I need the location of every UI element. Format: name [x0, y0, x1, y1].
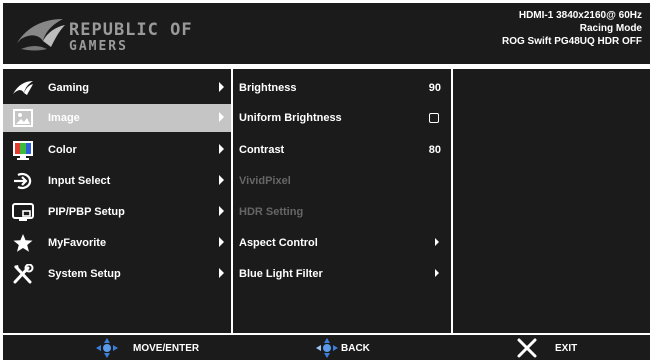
image-submenu-panel: Brightness 90 Uniform Brightness Contras…	[233, 69, 451, 333]
submenu-item-vividpixel: VividPixel	[233, 167, 451, 195]
chevron-right-icon	[435, 238, 439, 246]
submenu-item-label: Aspect Control	[239, 237, 318, 249]
menu-item-pip-pbp-setup[interactable]: PIP/PBP Setup	[3, 198, 231, 226]
back-label: BACK	[341, 343, 370, 354]
submenu-item-brightness[interactable]: Brightness 90	[233, 74, 451, 102]
chevron-right-icon	[219, 237, 224, 247]
back-hint: BACK	[315, 335, 405, 360]
submenu-item-label: Brightness	[239, 82, 297, 94]
menu-item-label: MyFavorite	[48, 237, 107, 249]
chevron-right-icon	[435, 269, 439, 277]
menu-item-input-select[interactable]: Input Select	[3, 167, 231, 195]
menu-item-image[interactable]: Image	[3, 104, 231, 132]
color-icon	[13, 141, 33, 160]
main-menu-panel: Gaming Image Color Input Select PIP/PBP …	[3, 69, 231, 333]
chevron-right-icon	[219, 175, 224, 185]
menu-item-color[interactable]: Color	[3, 136, 231, 164]
submenu-item-blue-light-filter[interactable]: Blue Light Filter	[233, 260, 451, 288]
osd-header: REPUBLIC OF GAMERS HDMI-1 3840x2160@ 60H…	[3, 3, 650, 64]
rog-logo: REPUBLIC OF GAMERS	[13, 13, 223, 57]
status-model-hdr: ROG Swift PG48UQ HDR OFF	[501, 36, 642, 47]
star-icon	[13, 234, 33, 252]
submenu-item-aspect-control[interactable]: Aspect Control	[233, 229, 451, 257]
submenu-item-uniform-brightness[interactable]: Uniform Brightness	[233, 104, 451, 132]
detail-panel	[453, 69, 650, 333]
menu-item-label: Color	[48, 144, 77, 156]
dpad-back-icon	[316, 338, 338, 358]
contrast-value: 80	[428, 144, 441, 156]
menu-item-label: System Setup	[48, 268, 121, 280]
chevron-right-icon	[219, 206, 224, 216]
submenu-item-contrast[interactable]: Contrast 80	[233, 136, 451, 164]
submenu-item-label: Contrast	[239, 144, 285, 156]
exit-hint: EXIT	[517, 335, 597, 360]
menu-item-label: Input Select	[48, 175, 111, 187]
status-info: HDMI-1 3840x2160@ 60Hz Racing Mode ROG S…	[502, 9, 642, 48]
submenu-item-hdr-setting: HDR Setting	[233, 198, 451, 226]
osd-footer: MOVE/ENTER BACK EXIT	[3, 335, 650, 360]
menu-item-gaming[interactable]: Gaming	[3, 74, 231, 102]
brightness-value: 90	[428, 82, 441, 94]
logo-text-line2: GAMERS	[69, 39, 128, 54]
uniform-brightness-checkbox[interactable]	[429, 113, 439, 123]
status-mode: Racing Mode	[579, 23, 642, 34]
move-enter-label: MOVE/ENTER	[133, 343, 200, 354]
chevron-right-icon	[219, 112, 224, 122]
exit-label: EXIT	[555, 343, 578, 354]
submenu-item-label: Uniform Brightness	[239, 112, 342, 124]
input-select-icon	[14, 172, 32, 190]
pip-pbp-icon	[12, 203, 34, 221]
menu-item-myfavorite[interactable]: MyFavorite	[3, 229, 231, 257]
status-input-resolution: HDMI-1 3840x2160@ 60Hz	[518, 10, 642, 21]
submenu-item-label: VividPixel	[239, 175, 291, 187]
dpad-move-icon	[96, 338, 118, 358]
menu-item-label: PIP/PBP Setup	[48, 206, 125, 218]
osd-screen: REPUBLIC OF GAMERS HDMI-1 3840x2160@ 60H…	[0, 0, 653, 360]
chevron-right-icon	[219, 82, 224, 92]
chevron-right-icon	[219, 268, 224, 278]
chevron-right-icon	[219, 144, 224, 154]
menu-item-system-setup[interactable]: System Setup	[3, 260, 231, 288]
submenu-item-label: Blue Light Filter	[239, 268, 323, 280]
submenu-item-label: HDR Setting	[239, 206, 304, 218]
image-icon	[13, 109, 33, 127]
move-enter-hint: MOVE/ENTER	[95, 335, 225, 360]
tools-icon	[13, 264, 34, 284]
close-icon	[517, 338, 537, 358]
menu-item-label: Image	[48, 112, 80, 124]
rog-eye-icon	[13, 81, 33, 95]
logo-text-line1: REPUBLIC OF	[69, 20, 193, 40]
rog-emblem-icon	[17, 19, 65, 51]
menu-item-label: Gaming	[48, 82, 89, 94]
